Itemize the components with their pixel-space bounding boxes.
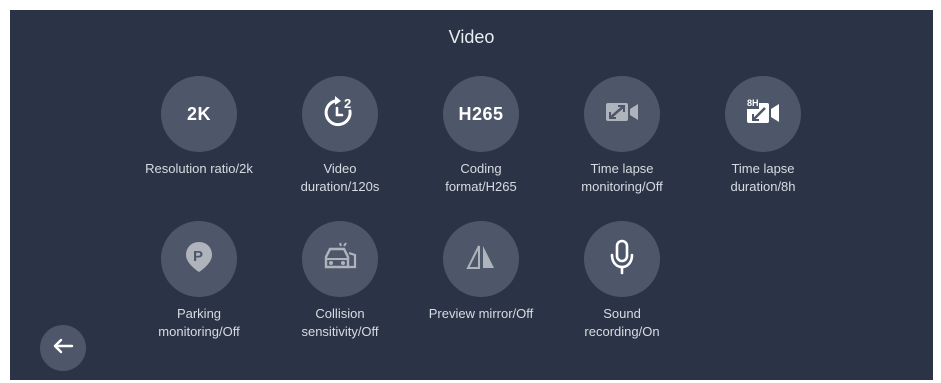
sound-recording-button[interactable] [584, 221, 660, 297]
resolution-2k-icon: 2K [186, 103, 211, 124]
preview-mirror-button[interactable] [443, 221, 519, 297]
collision-sensitivity-label: Collision sensitivity/Off [301, 306, 379, 339]
svg-text:2: 2 [344, 96, 351, 111]
parking-pin-icon: P [184, 240, 214, 279]
parking-monitoring-button[interactable]: P [161, 221, 237, 297]
collision-sensitivity-button[interactable] [302, 221, 378, 297]
page-title: Video [448, 27, 495, 47]
timelapse-duration-button[interactable]: 8H [725, 76, 801, 152]
preview-mirror-setting[interactable]: Preview mirror/Off [411, 221, 551, 323]
timer-2-icon: 2 [323, 95, 357, 134]
timelapse-8h-camera-icon: 8H [745, 98, 781, 131]
back-arrow-icon [52, 338, 74, 359]
timelapse-monitoring-label: Time lapse monitoring/Off [581, 161, 663, 194]
video-duration-button[interactable]: 2 [302, 76, 378, 152]
timelapse-monitoring-button[interactable] [584, 76, 660, 152]
back-button[interactable] [40, 325, 86, 371]
resolution-button[interactable]: 2K [161, 76, 237, 152]
h265-icon: H265 [458, 103, 504, 124]
preview-mirror-label: Preview mirror/Off [428, 306, 534, 321]
parking-monitoring-label: Parking monitoring/Off [158, 306, 240, 339]
car-collision-icon [322, 241, 358, 278]
collision-sensitivity-setting[interactable]: Collision sensitivity/Off [270, 221, 410, 341]
parking-monitoring-setting[interactable]: P Parking monitoring/Off [129, 221, 269, 341]
video-duration-setting[interactable]: 2 Video duration/120s [270, 76, 410, 196]
resolution-label: Resolution ratio/2k [145, 161, 253, 176]
timelapse-camera-icon [604, 100, 640, 129]
coding-format-setting[interactable]: H265 Coding format/H265 [411, 76, 551, 196]
mirror-triangle-icon [465, 243, 497, 276]
timelapse-8h-badge: 8H [747, 97, 759, 108]
coding-format-button[interactable]: H265 [443, 76, 519, 152]
sound-recording-label: Sound recording/On [584, 306, 660, 339]
svg-text:P: P [193, 248, 203, 265]
settings-screen: Video 2K Resolution ratio/2k 2 Video dur… [10, 10, 933, 380]
resolution-setting[interactable]: 2K Resolution ratio/2k [129, 76, 269, 178]
sound-recording-setting[interactable]: Sound recording/On [552, 221, 692, 341]
microphone-icon [608, 239, 636, 280]
timelapse-duration-setting[interactable]: 8H Time lapse duration/8h [693, 76, 833, 196]
timelapse-monitoring-setting[interactable]: Time lapse monitoring/Off [552, 76, 692, 196]
coding-format-label: Coding format/H265 [445, 161, 517, 194]
timelapse-duration-label: Time lapse duration/8h [730, 161, 796, 194]
video-duration-label: Video duration/120s [300, 161, 380, 194]
